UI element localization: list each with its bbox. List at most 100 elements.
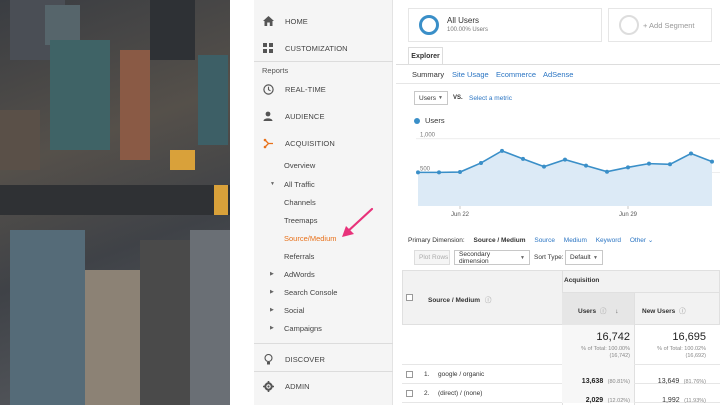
row-checkbox[interactable] (406, 371, 413, 378)
nav-all-traffic[interactable]: ▼ All Traffic (270, 180, 315, 189)
row-index: 1. (424, 371, 430, 378)
metric-dropdown-value: Users (419, 94, 436, 102)
dropdown-caret-icon: ▼ (593, 254, 598, 261)
x-tick-label: Jun 22 (451, 212, 470, 218)
y-tick-label: 500 (420, 166, 431, 172)
nav-search-console-label: Search Console (284, 288, 338, 297)
nav-acquisition-label: ACQUISITION (285, 138, 335, 148)
col-source-medium-label: Source / Medium (428, 297, 481, 304)
primary-dimension-bar: Primary Dimension: Source / Medium Sourc… (408, 236, 660, 244)
chart-legend: Users (414, 116, 445, 125)
data-point (710, 159, 714, 164)
nav-realtime[interactable]: REAL-TIME (254, 76, 393, 102)
pink-annotation-arrow-icon (342, 207, 374, 237)
nav-referrals[interactable]: Referrals (284, 252, 314, 261)
report-table: Source / Medium ⓘ Acquisition Users ⓘ ↓ … (402, 270, 720, 405)
vs-label: VS. (453, 95, 463, 101)
data-point (500, 148, 504, 153)
row-new-users: 1,992 (662, 397, 680, 404)
nav-admin[interactable]: ADMIN (254, 373, 393, 399)
help-icon: ⓘ (679, 308, 686, 315)
sort-type-dropdown[interactable]: Default ▼ (565, 250, 603, 265)
row-new-users-pct: (11.93%) (684, 398, 706, 404)
data-point (521, 156, 525, 161)
data-point (542, 164, 546, 169)
aerial-city-photo (0, 0, 230, 405)
reports-heading: Reports (262, 66, 289, 75)
nav-admin-label: ADMIN (285, 381, 310, 391)
segment-circle-icon (419, 15, 439, 35)
users-total-abs: (16,742) (609, 353, 631, 359)
nav-audience[interactable]: AUDIENCE (254, 103, 393, 129)
nav-discover[interactable]: DISCOVER (254, 346, 393, 372)
nav-all-traffic-label: All Traffic (284, 180, 315, 189)
col-new-users-header[interactable]: New Users ⓘ (642, 305, 686, 315)
nav-social[interactable]: ▶ Social (270, 306, 304, 315)
nav-search-console[interactable]: ▶ Search Console (270, 288, 338, 297)
collapsed-triangle-icon: ▶ (270, 325, 274, 331)
nav-customization[interactable]: CUSTOMIZATION (254, 35, 393, 61)
lightbulb-icon (262, 353, 274, 365)
dimension-source[interactable]: Source (534, 237, 555, 244)
acquisition-group-header: Acquisition (564, 277, 600, 284)
collapsed-triangle-icon: ▶ (270, 307, 274, 313)
tab-ecommerce[interactable]: Ecommerce (496, 70, 536, 79)
sort-type-value: Default (570, 254, 591, 261)
totals-row: 16,742 % of Total: 100.00% (16,742) 16,6… (402, 325, 720, 365)
nav-adwords-label: AdWords (284, 270, 315, 279)
nav-acquisition[interactable]: ACQUISITION (254, 130, 393, 156)
row-checkbox[interactable] (406, 390, 413, 397)
nav-audience-label: AUDIENCE (285, 111, 325, 121)
y-tick-label: 1,000 (420, 133, 436, 139)
sidebar-divider (254, 61, 393, 62)
row-users-pct: (12.02%) (607, 398, 630, 404)
users-total: 16,742 (596, 331, 630, 343)
nav-discover-label: DISCOVER (285, 354, 325, 364)
nav-treemaps[interactable]: Treemaps (284, 216, 317, 225)
col-source-medium-header[interactable]: Source / Medium ⓘ (428, 294, 491, 304)
users-line-chart: 1,000 500 Jun 22 Jun 29 (416, 133, 720, 218)
col-users-header[interactable]: Users ⓘ ↓ (578, 305, 618, 315)
collapsed-triangle-icon: ▶ (270, 271, 274, 277)
col-users-label: Users (578, 308, 597, 315)
plot-rows-button[interactable]: Plot Rows (414, 250, 450, 265)
tab-site-usage[interactable]: Site Usage (452, 70, 489, 79)
nav-channels[interactable]: Channels (284, 198, 316, 207)
segment-all-users[interactable]: All Users 100.00% Users (408, 8, 602, 42)
dashboard-grid-icon (262, 42, 274, 54)
nav-campaigns-label: Campaigns (284, 324, 322, 333)
row-source-link[interactable]: google / organic (438, 371, 484, 378)
new-users-total-abs: (16,692) (685, 353, 707, 359)
nav-source-medium[interactable]: Source/Medium (284, 234, 337, 243)
report-main: All Users 100.00% Users + Add Segment Ex… (396, 0, 720, 405)
tab-summary[interactable]: Summary (412, 70, 444, 79)
sidebar-divider (254, 371, 393, 372)
dimension-other[interactable]: Other ⌄ (630, 237, 654, 244)
dimension-medium[interactable]: Medium (564, 237, 587, 244)
add-segment-label: + Add Segment (643, 21, 695, 30)
dimension-keyword[interactable]: Keyword (596, 237, 621, 244)
table-row: 2. (direct) / (none) 2,029 (12.02%) 1,99… (402, 384, 720, 405)
secondary-dimension-dropdown[interactable]: Secondary dimension ▼ (454, 250, 530, 265)
nav-adwords[interactable]: ▶ AdWords (270, 270, 315, 279)
data-point (563, 157, 567, 162)
new-users-total-pct: % of Total: 100.02% (657, 346, 706, 352)
select-all-checkbox[interactable] (406, 294, 413, 301)
sort-type-label: Sort Type: (534, 254, 564, 261)
expanded-triangle-icon: ▼ (270, 181, 275, 187)
metric-dropdown[interactable]: Users ▼ (414, 91, 448, 105)
nav-realtime-label: REAL-TIME (285, 84, 326, 94)
explorer-subtabs: Summary Site Usage Ecommerce AdSense (396, 64, 720, 84)
row-source-link[interactable]: (direct) / (none) (438, 390, 482, 397)
add-segment-button[interactable]: + Add Segment (608, 8, 712, 42)
explorer-tab[interactable]: Explorer (408, 47, 443, 64)
nav-customization-label: CUSTOMIZATION (285, 43, 348, 53)
tab-adsense[interactable]: AdSense (543, 70, 573, 79)
row-users-cell: 2,029 (12.02%) (562, 389, 630, 405)
nav-home[interactable]: HOME (254, 8, 393, 34)
gear-icon (262, 380, 274, 392)
nav-overview[interactable]: Overview (284, 161, 315, 170)
select-metric-link[interactable]: Select a metric (469, 95, 512, 102)
nav-campaigns[interactable]: ▶ Campaigns (270, 324, 322, 333)
secondary-dimension-label: Secondary dimension (459, 250, 491, 265)
